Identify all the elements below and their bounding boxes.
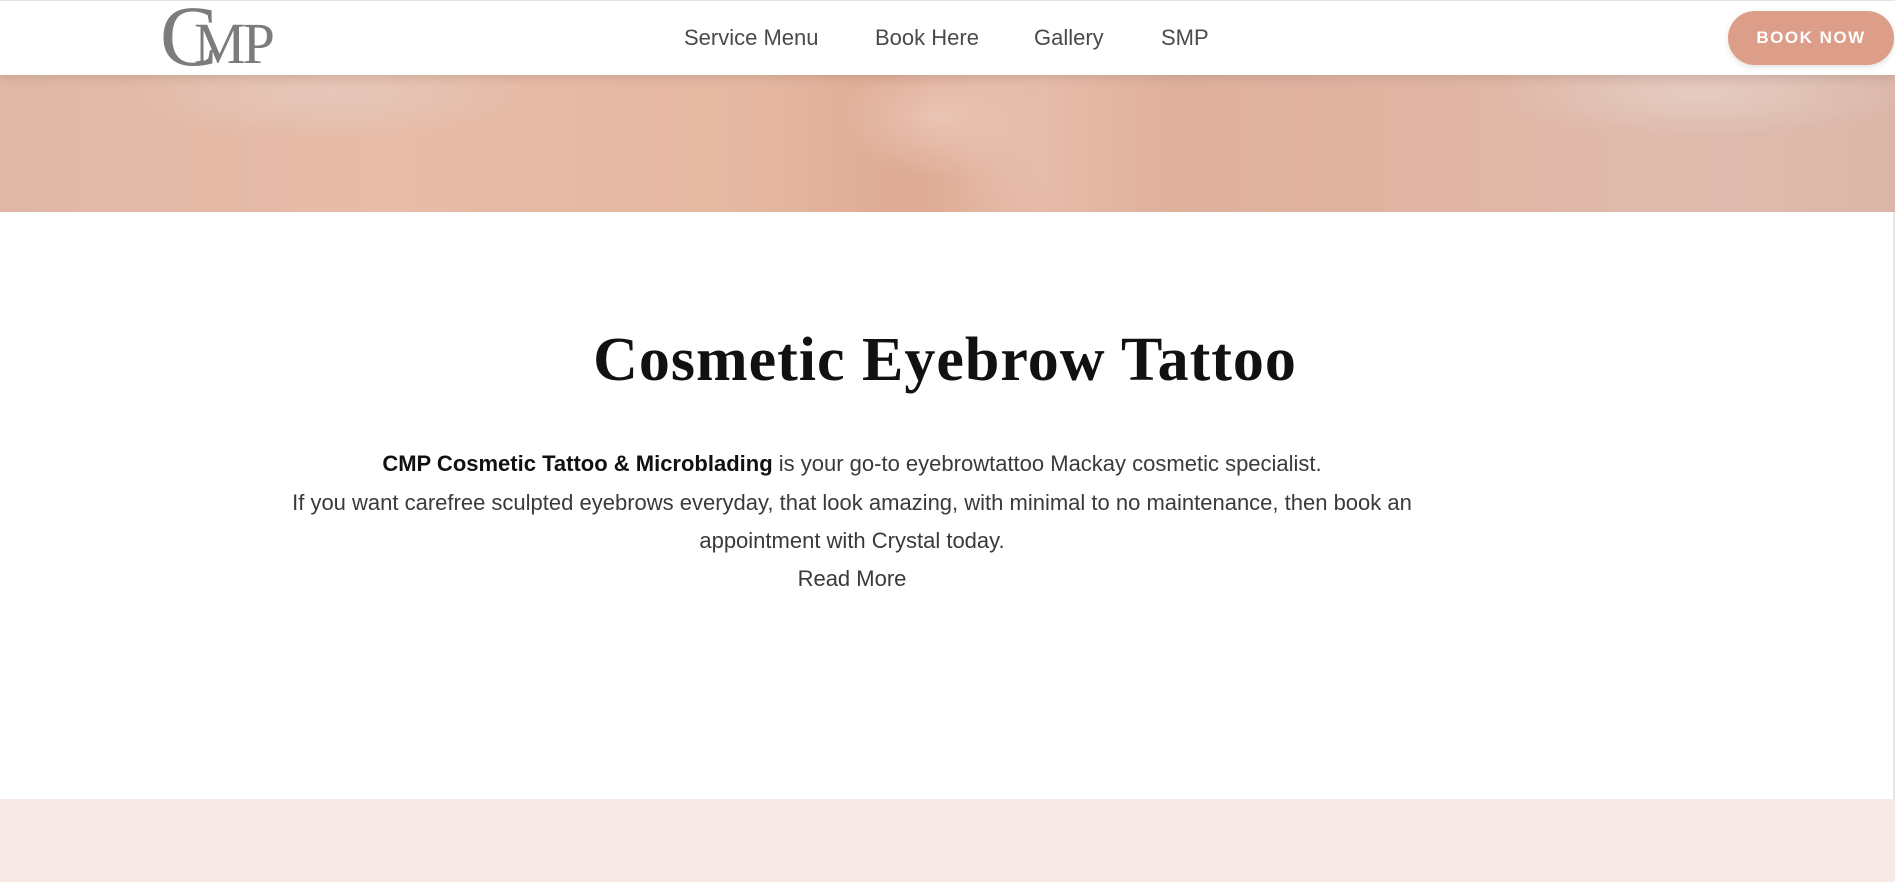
book-now-button[interactable]: BOOK NOW xyxy=(1728,11,1894,65)
intro-line-1: CMP Cosmetic Tattoo & Microblading is yo… xyxy=(0,449,1704,479)
hero-eyebrow-image xyxy=(0,75,1895,212)
nav-service-menu[interactable]: Service Menu xyxy=(684,25,819,51)
business-name: CMP Cosmetic Tattoo & Microblading xyxy=(382,451,773,476)
logo-letters-mp: MP xyxy=(194,11,275,76)
site-header: C MP Service Menu Book Here Gallery SMP … xyxy=(0,0,1895,79)
intro-line-3: appointment with Crystal today. xyxy=(699,528,1005,553)
nav-gallery[interactable]: Gallery xyxy=(1034,25,1104,51)
intro-line-2: If you want carefree sculpted eyebrows e… xyxy=(292,490,1412,515)
page-title: Cosmetic Eyebrow Tattoo xyxy=(593,326,1297,394)
next-section-band xyxy=(0,799,1895,882)
cmp-logo[interactable]: C MP xyxy=(160,0,310,79)
intro-section: Cosmetic Eyebrow Tattoo CMP Cosmetic Tat… xyxy=(0,212,1895,799)
read-more-link[interactable]: Read More xyxy=(0,564,1704,594)
nav-book-here[interactable]: Book Here xyxy=(875,25,979,51)
nav-smp[interactable]: SMP xyxy=(1161,25,1209,51)
page: C MP Service Menu Book Here Gallery SMP … xyxy=(0,0,1895,882)
intro-rest-text: is your go-to eyebrowtattoo Mackay cosme… xyxy=(772,451,1322,476)
